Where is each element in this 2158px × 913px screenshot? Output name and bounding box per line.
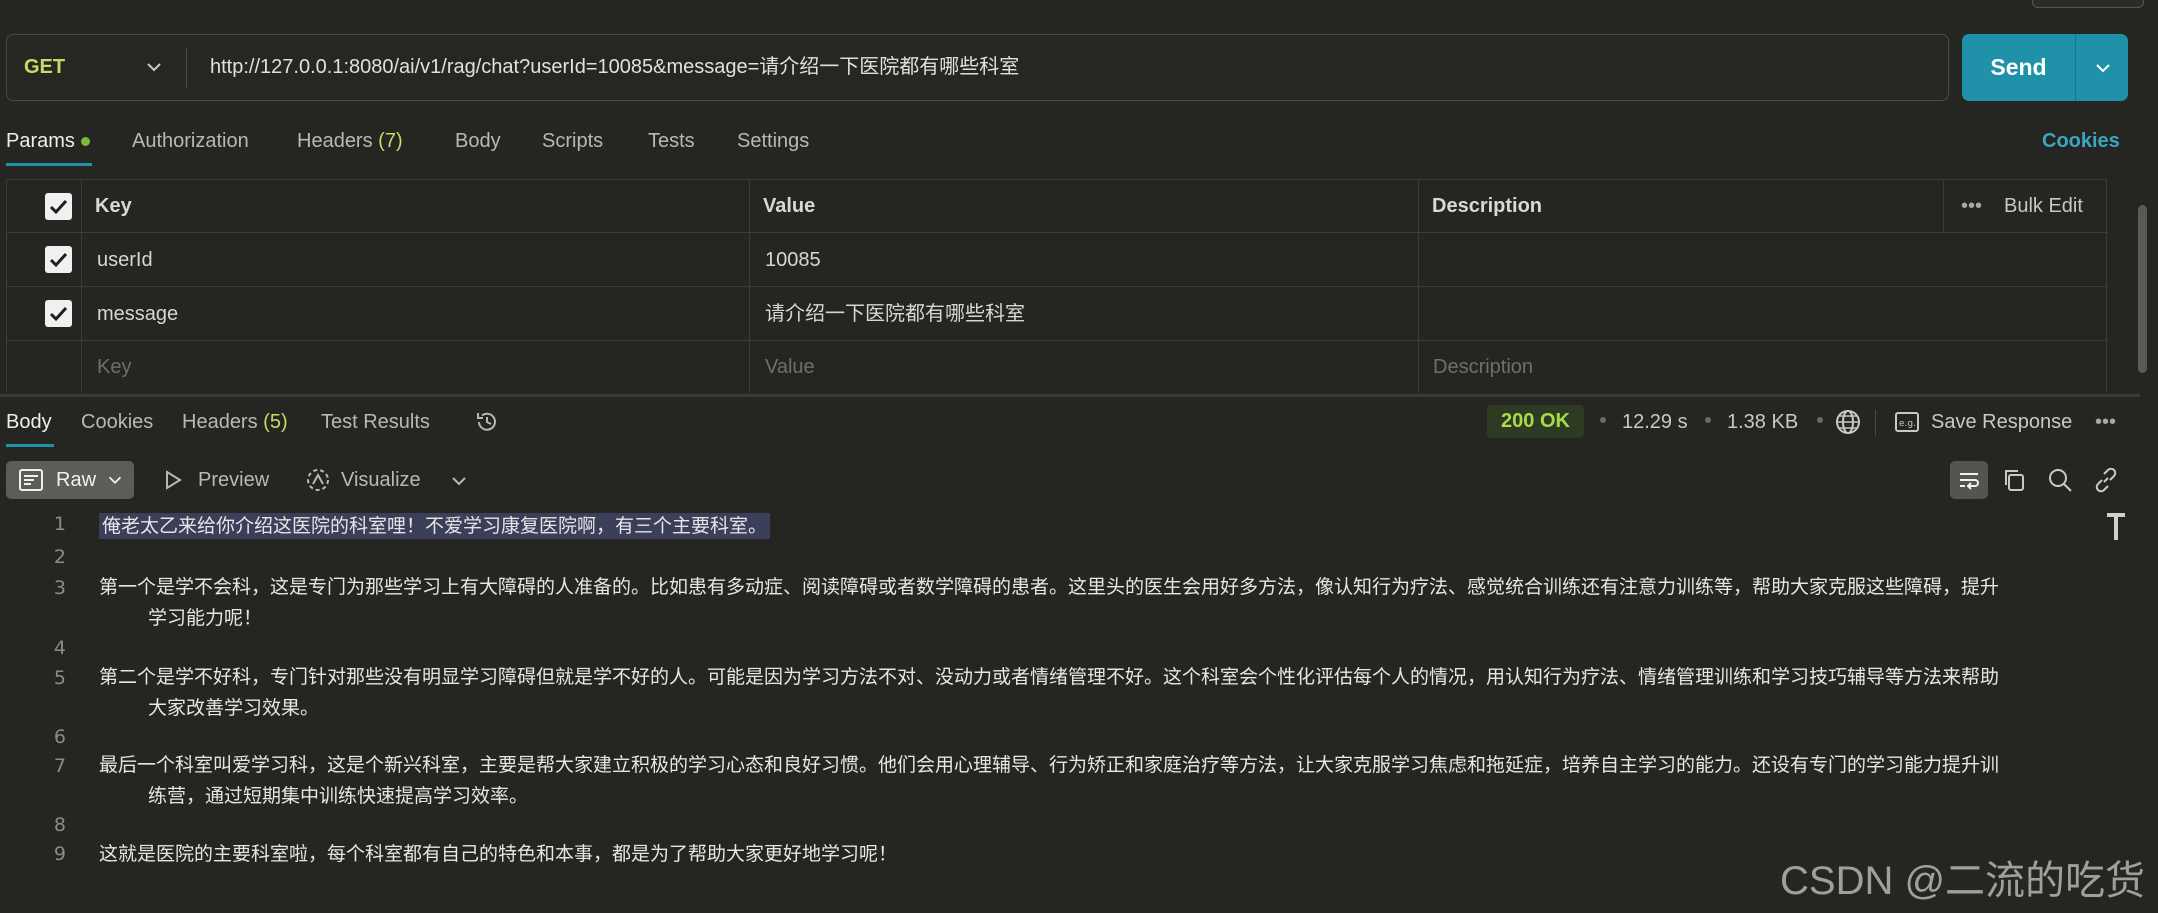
chevron-down-icon [2096, 64, 2110, 73]
separator-dot [1600, 417, 1606, 423]
save-example-icon[interactable]: e.g. [1894, 409, 1920, 435]
separator-dot [1705, 417, 1711, 423]
text-format-icon [19, 469, 43, 491]
line-number: 9 [53, 843, 66, 865]
line-number: 6 [53, 726, 66, 748]
copy-icon[interactable] [2001, 467, 2027, 493]
send-button[interactable]: Send [1962, 34, 2075, 101]
response-text: 第二个是学不好科，专门针对那些没有明显学习障碍但就是学不好的人。可能是因为学习方… [99, 666, 2000, 688]
response-line-1[interactable]: 俺老太乙来给你介绍这医院的科室哩！不爱学习康复医院啊，有三个主要科室。 [99, 511, 2084, 542]
table-row: userId 10085 [7, 233, 2108, 287]
bulk-edit-button[interactable]: Bulk Edit [2004, 180, 2083, 232]
response-text-wrap: 学习能力呢！ [148, 607, 263, 629]
http-method-select[interactable]: GET [24, 34, 65, 101]
send-options-button[interactable] [2075, 34, 2128, 101]
table-row: message 请介绍一下医院都有哪些科室 [7, 287, 2108, 341]
status-badge[interactable]: 200 OK [1487, 405, 1584, 438]
more-options-icon[interactable]: ••• [2095, 407, 2116, 437]
line-number: 3 [53, 577, 66, 599]
response-line-5[interactable]: 第二个是学不好科，专门针对那些没有明显学习障碍但就是学不好的人。可能是因为学习方… [99, 662, 2084, 724]
response-tab-cookies[interactable]: Cookies [81, 407, 153, 437]
tab-settings[interactable]: Settings [737, 126, 809, 156]
select-all-checkbox[interactable] [45, 193, 72, 220]
response-line-7[interactable]: 最后一个科室叫爱学习科，这是个新兴科室，主要是帮大家建立积极的学习心态和良好习惯… [99, 750, 2084, 812]
response-text: 最后一个科室叫爱学习科，这是个新兴科室，主要是帮大家建立积极的学习心态和良好习惯… [99, 754, 2000, 776]
visualize-button[interactable]: Visualize [341, 461, 421, 499]
response-text-wrap: 大家改善学习效果。 [148, 697, 320, 719]
history-icon[interactable] [473, 408, 501, 436]
line-number: 5 [53, 667, 66, 689]
wrap-lines-button[interactable] [1950, 461, 1988, 499]
url-divider [186, 48, 187, 88]
response-tab-headers[interactable]: Headers (5) [182, 407, 288, 437]
new-value-input[interactable]: Value [765, 341, 815, 393]
new-key-input[interactable]: Key [97, 341, 131, 393]
scrollbar[interactable] [2138, 205, 2147, 373]
response-time[interactable]: 12.29 s [1622, 407, 1688, 437]
chevron-down-icon [108, 476, 122, 485]
chevron-down-icon[interactable] [143, 56, 165, 78]
svg-text:e.g.: e.g. [1899, 419, 1916, 429]
selected-text: 俺老太乙来给你介绍这医院的科室哩！不爱学习康复医院啊，有三个主要科室。 [99, 513, 771, 539]
params-table: Key Value Description ••• Bulk Edit user… [6, 179, 2108, 393]
cookies-link[interactable]: Cookies [2042, 126, 2120, 156]
row-checkbox[interactable] [45, 300, 72, 327]
line-number: 2 [53, 546, 66, 568]
column-header-key: Key [95, 195, 132, 217]
response-text: 这就是医院的主要科室啦，每个科室都有自己的特色和本事，都是为了帮助大家更好地学习… [99, 843, 898, 865]
row-checkbox[interactable] [45, 246, 72, 273]
more-options-icon[interactable]: ••• [1961, 180, 1982, 232]
response-text-wrap: 练营，通过短期集中训练快速提高学习效率。 [148, 785, 529, 807]
wrap-lines-icon [1960, 473, 1979, 490]
check-icon [49, 306, 68, 322]
param-value[interactable]: 请介绍一下医院都有哪些科室 [765, 287, 1025, 340]
pane-divider[interactable] [0, 394, 2140, 397]
new-description-input[interactable]: Description [1433, 341, 1533, 393]
search-icon[interactable] [2047, 467, 2073, 493]
response-tab-body[interactable]: Body [6, 407, 52, 437]
column-header-description: Description [1432, 195, 1543, 217]
text-cursor-icon [2107, 513, 2125, 540]
globe-icon[interactable] [1834, 408, 1862, 436]
tab-authorization[interactable]: Authorization [132, 126, 249, 156]
preview-button[interactable]: Preview [198, 461, 269, 499]
active-tab-underline [6, 163, 92, 166]
new-param-row: Key Value Description [7, 341, 2108, 393]
line-number: 4 [53, 637, 66, 659]
column-header-value: Value [763, 195, 816, 217]
response-text: 第一个是学不会科，这是专门为那些学习上有大障碍的人准备的。比如患有多动症、阅读障… [99, 576, 2000, 598]
url-input[interactable]: http://127.0.0.1:8080/ai/v1/rag/chat?use… [210, 34, 1019, 101]
save-response-button[interactable]: Save Response [1931, 407, 2072, 437]
format-raw-dropdown[interactable]: Raw [6, 461, 134, 499]
raw-label: Raw [56, 469, 97, 491]
param-key[interactable]: message [97, 287, 178, 340]
line-number: 8 [53, 814, 66, 836]
divider [1875, 410, 1876, 436]
tab-headers[interactable]: Headers (7) [297, 126, 403, 156]
params-header-row: Key Value Description ••• Bulk Edit [7, 180, 2108, 233]
line-number: 1 [53, 513, 66, 535]
check-icon [49, 199, 68, 215]
tab-body[interactable]: Body [455, 126, 501, 156]
param-key[interactable]: userId [97, 233, 153, 286]
play-icon [166, 470, 182, 490]
top-right-control[interactable] [2032, 0, 2144, 8]
active-tab-underline [6, 444, 54, 447]
chevron-down-icon[interactable] [448, 470, 470, 492]
check-icon [49, 252, 68, 268]
separator-dot [1817, 417, 1823, 423]
response-tab-test-results[interactable]: Test Results [321, 407, 430, 437]
tab-scripts[interactable]: Scripts [542, 126, 603, 156]
response-line-3[interactable]: 第一个是学不会科，这是专门为那些学习上有大障碍的人准备的。比如患有多动症、阅读障… [99, 572, 2084, 634]
response-size[interactable]: 1.38 KB [1727, 407, 1798, 437]
params-indicator-dot [80, 137, 90, 147]
watermark: CSDN @二流的吃货 [1780, 859, 2146, 903]
visualize-icon [307, 469, 329, 491]
link-icon[interactable] [2093, 467, 2119, 493]
line-number: 7 [53, 755, 66, 777]
tab-params[interactable]: Params [6, 126, 90, 156]
param-value[interactable]: 10085 [765, 233, 821, 286]
tab-tests[interactable]: Tests [648, 126, 695, 156]
